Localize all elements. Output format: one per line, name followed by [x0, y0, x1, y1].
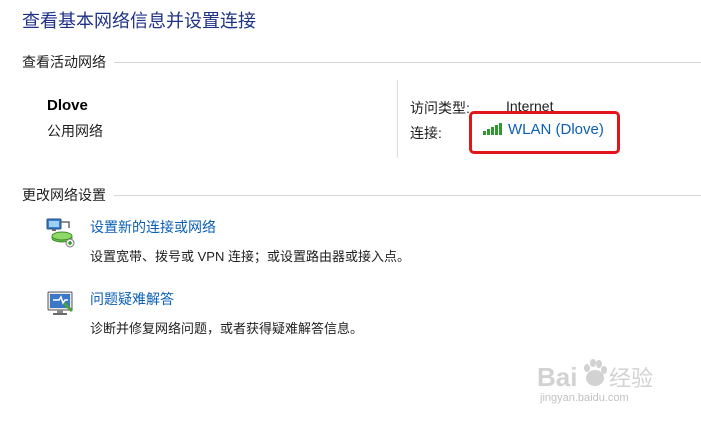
network-setup-icon: [46, 218, 75, 248]
setup-connection-link[interactable]: 设置新的连接或网络: [90, 217, 410, 237]
page-title: 查看基本网络信息并设置连接: [22, 11, 256, 31]
troubleshoot-link[interactable]: 问题疑难解答: [90, 289, 363, 309]
baidu-jingyan-logo: Bai 经验: [537, 359, 653, 392]
wifi-signal-icon: [483, 122, 502, 135]
change-settings-title: 更改网络设置: [22, 187, 106, 203]
access-type-label: 访问类型:: [410, 100, 470, 116]
setup-connection-description: 设置宽带、拨号或 VPN 连接；或设置路由器或接入点。: [90, 249, 410, 264]
svg-text:Bai: Bai: [537, 362, 577, 392]
task-troubleshoot: 问题疑难解答 诊断并修复网络问题，或者获得疑难解答信息。: [45, 288, 363, 337]
vertical-divider: [397, 80, 398, 158]
watermark-site: jingyan.baidu.com: [540, 392, 629, 404]
section-divider: [114, 61, 701, 63]
baidu-watermark: Bai 经验 jingyan.baidu.com: [537, 350, 665, 410]
section-divider: [114, 194, 701, 196]
connection-link[interactable]: WLAN (Dlove): [483, 121, 604, 138]
svg-text:经验: 经验: [609, 367, 653, 392]
task-setup-connection: 设置新的连接或网络 设置宽带、拨号或 VPN 连接；或设置路由器或接入点。: [45, 216, 410, 265]
active-networks-title: 查看活动网络: [22, 54, 106, 70]
network-category: 公用网络: [47, 123, 103, 139]
troubleshoot-icon: [47, 291, 74, 315]
connection-link-label: WLAN (Dlove): [508, 121, 604, 138]
connection-label: 连接:: [410, 125, 442, 141]
change-settings-header: 更改网络设置: [22, 185, 701, 205]
active-networks-header: 查看活动网络: [22, 52, 701, 72]
network-name: Dlove: [47, 97, 88, 114]
troubleshoot-description: 诊断并修复网络问题，或者获得疑难解答信息。: [90, 321, 364, 336]
